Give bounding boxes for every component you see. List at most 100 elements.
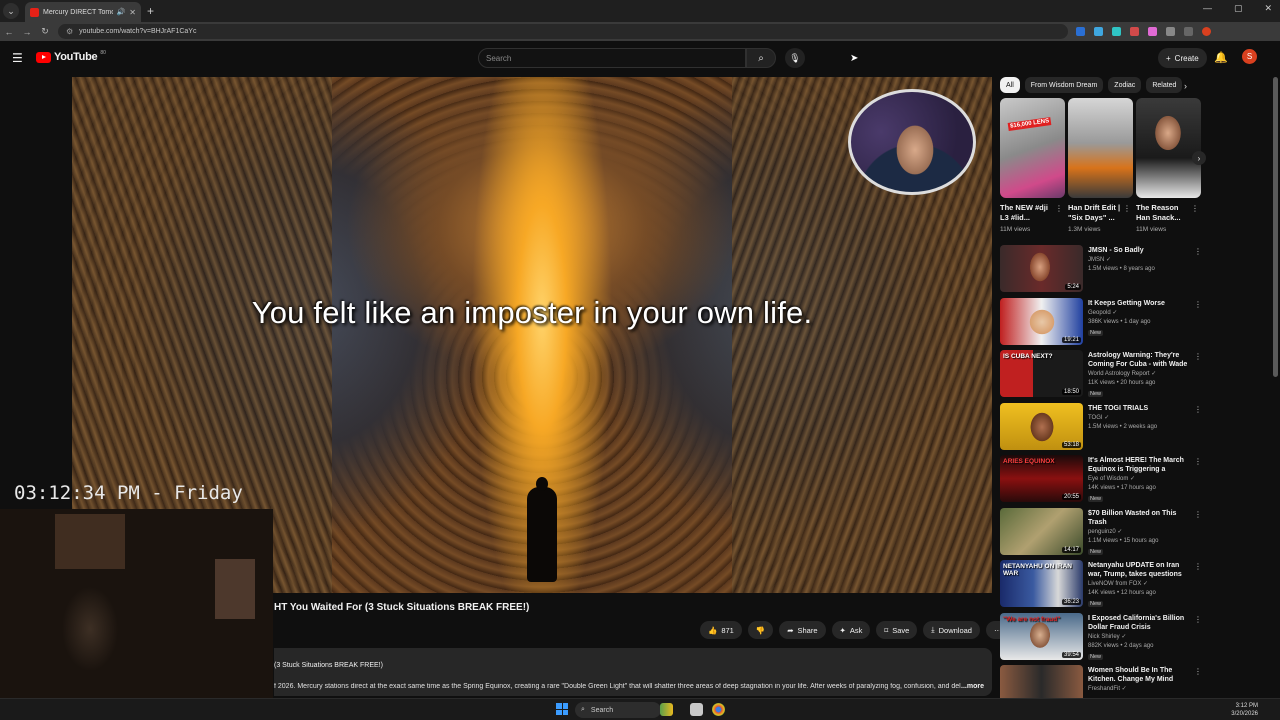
shorts-next-button[interactable]: › <box>1192 151 1206 165</box>
taskbar-search[interactable]: ⌕ Search <box>575 702 661 718</box>
recommendation-thumbnail: 14:17 <box>1000 507 1083 555</box>
more-vertical-icon[interactable]: ⋮ <box>1194 562 1202 571</box>
channel-name[interactable]: TOGI ✓ <box>1088 414 1109 421</box>
recommendation-title[interactable]: It Keeps Getting Worse <box>1088 299 1190 308</box>
minimize-icon[interactable]: — <box>1203 3 1212 14</box>
avatar[interactable]: S <box>1242 49 1257 64</box>
channel-name[interactable]: penguinz0 ✓ <box>1088 528 1122 535</box>
view-count-and-age: 1.1M views • 15 hours ago <box>1088 537 1159 544</box>
chrome-icon[interactable] <box>712 703 725 716</box>
share-button[interactable]: ➦ Share <box>779 621 826 639</box>
more-vertical-icon[interactable]: ⋮ <box>1194 667 1202 676</box>
short-item[interactable]: $16,000 LENS The NEW #dji L3 #lid... 11M… <box>1000 98 1065 233</box>
windows-start-icon[interactable] <box>556 703 568 715</box>
recommendation-item[interactable]: 14:17 $70 Billion Wasted on This Trash pen… <box>1000 507 1205 561</box>
recommendation-item[interactable]: ARIES EQUINOX 20:55 It's Almost HERE! The … <box>1000 455 1205 508</box>
extensions-toolbar <box>1076 27 1211 36</box>
more-vertical-icon[interactable]: ⋮ <box>1194 352 1202 361</box>
notifications-bell-icon[interactable]: 🔔 <box>1214 51 1228 64</box>
plus-icon: + <box>1166 53 1171 63</box>
reload-icon[interactable]: ↻ <box>36 26 54 37</box>
webcam-background-poster <box>215 559 255 619</box>
extension-icon[interactable] <box>1076 27 1085 36</box>
more-vertical-icon[interactable]: ⋮ <box>1194 457 1202 466</box>
recommendation-title[interactable]: $70 Billion Wasted on This Trash <box>1088 509 1190 527</box>
channel-name[interactable]: World Astrology Report ✓ <box>1088 370 1156 377</box>
more-vertical-icon[interactable]: ⋮ <box>1123 204 1131 213</box>
recommendation-title[interactable]: JMSN - So Badly <box>1088 246 1190 255</box>
recommendation-item[interactable]: NETANYAHU ON IRAN WAR 36:23 Netanyahu UPDA… <box>1000 560 1205 613</box>
tab-search-button[interactable]: ⌄ <box>3 3 19 19</box>
recommendation-title[interactable]: I Exposed California's Billion Dollar Fr… <box>1088 614 1190 632</box>
menu-icon[interactable]: ☰ <box>12 51 23 65</box>
channel-name[interactable]: Eye of Wisdom ✓ <box>1088 475 1135 482</box>
ask-button[interactable]: ✦ Ask <box>831 621 871 639</box>
taskbar-time: 3:12 PM <box>1235 703 1258 709</box>
microphone-icon[interactable]: 🎙 <box>785 48 805 68</box>
search-icon[interactable]: ⌕ <box>746 48 776 68</box>
more-vertical-icon[interactable]: ⋮ <box>1194 405 1202 414</box>
chip-from-wisdom-dream[interactable]: From Wisdom Dream <box>1024 77 1104 93</box>
description-more-link[interactable]: ...more <box>961 683 984 690</box>
forward-icon[interactable]: → <box>18 27 36 37</box>
extension-icon[interactable] <box>1094 27 1103 36</box>
calendar-app-icon[interactable] <box>690 703 703 716</box>
more-vertical-icon[interactable]: ⋮ <box>1194 510 1202 519</box>
site-info-icon[interactable]: ⚙ <box>66 27 73 36</box>
more-vertical-icon[interactable]: ⋮ <box>1194 247 1202 256</box>
scrollbar[interactable] <box>1273 77 1278 377</box>
description-box[interactable]: (3 Stuck Situations BREAK FREE!) f 2026.… <box>274 648 992 696</box>
chip-related[interactable]: Related <box>1146 77 1183 93</box>
short-item[interactable]: Han Drift Edit | "Six Days" ... 1.3M vie… <box>1068 98 1133 233</box>
channel-name[interactable]: Nick Shirley ✓ <box>1088 633 1126 640</box>
taskbar-clock[interactable]: 3:12 PM 3/20/2026 <box>1231 702 1258 718</box>
channel-name[interactable]: Geopold ✓ <box>1088 309 1117 316</box>
chip-zodiac[interactable]: Zodiac <box>1108 77 1142 93</box>
close-window-icon[interactable]: ✕ <box>1264 3 1272 14</box>
chevron-right-icon[interactable]: › <box>1184 81 1187 91</box>
channel-name[interactable]: FreshandFit ✓ <box>1088 685 1127 692</box>
short-title: Han Drift Edit | "Six Days" ... <box>1068 203 1121 222</box>
more-vertical-icon[interactable]: ⋮ <box>1194 300 1202 309</box>
recommendation-title[interactable]: It's Almost HERE! The March Equinox is T… <box>1088 456 1190 474</box>
thumbnail-caption: IS CUBA NEXT? <box>1003 353 1053 360</box>
back-icon[interactable]: ← <box>0 27 18 37</box>
new-tab-button[interactable]: + <box>147 4 154 18</box>
tab-close-icon[interactable]: ✕ <box>129 8 136 17</box>
save-button[interactable]: ⌑ Save <box>876 621 918 639</box>
recommendation-item[interactable]: IS CUBA NEXT? 18:50 Astrology Warning: The… <box>1000 350 1205 403</box>
more-vertical-icon[interactable]: ⋮ <box>1191 204 1199 213</box>
extension-icon[interactable] <box>1112 27 1121 36</box>
more-vertical-icon[interactable]: ⋮ <box>1194 615 1202 624</box>
recommendation-title[interactable]: Women Should Be In The Kitchen. Change M… <box>1088 666 1190 684</box>
like-button[interactable]: 👍 871 <box>700 621 742 639</box>
extension-icon[interactable] <box>1166 27 1175 36</box>
channel-name[interactable]: LiveNOW from FOX ✓ <box>1088 580 1148 587</box>
maximize-icon[interactable]: ▢ <box>1234 3 1243 14</box>
recommendation-item[interactable]: 5:24 JMSN - So Badly JMSN ✓ 1.5M views • 8 … <box>1000 245 1205 298</box>
recommendation-item[interactable]: 19:21 It Keeps Getting Worse Geopold ✓ 386K… <box>1000 297 1205 351</box>
extension-icon[interactable] <box>1130 27 1139 36</box>
recommendation-item[interactable]: 53:18 THE TOGI TRIALS TOGI ✓ 1.5M views • 2… <box>1000 402 1205 456</box>
puzzle-icon[interactable] <box>1184 27 1193 36</box>
create-button[interactable]: + Create <box>1158 48 1207 68</box>
short-item[interactable]: The Reason Han Snack... 11M views ⋮ <box>1136 98 1201 233</box>
recommendation-item[interactable]: "We are not fraud" 39:54 I Exposed Califor… <box>1000 612 1205 666</box>
recommendation-title[interactable]: THE TOGI TRIALS <box>1088 404 1190 413</box>
chip-all[interactable]: All <box>1000 77 1020 93</box>
address-bar-row: ← → ↻ ⚙ youtube.com/watch?v=BHJrAF1CaYc <box>0 22 1280 41</box>
search-input[interactable]: Search <box>478 48 746 68</box>
widget-icon[interactable] <box>660 703 673 716</box>
recommendation-title[interactable]: Netanyahu UPDATE on Iran war, Trump, tak… <box>1088 561 1190 579</box>
address-bar[interactable]: ⚙ youtube.com/watch?v=BHJrAF1CaYc <box>58 24 1068 39</box>
recommendation-title[interactable]: Astrology Warning: They're Coming For Cu… <box>1088 351 1190 369</box>
download-button[interactable]: ⤓ Download <box>923 621 980 639</box>
youtube-logo[interactable]: YouTube 80 <box>36 50 106 63</box>
more-vertical-icon[interactable]: ⋮ <box>1055 204 1063 213</box>
profile-icon[interactable] <box>1202 27 1211 36</box>
channel-name[interactable]: JMSN ✓ <box>1088 256 1111 263</box>
speaker-icon[interactable]: 🔊 <box>117 8 126 16</box>
extension-icon[interactable] <box>1148 27 1157 36</box>
browser-tab-active[interactable]: Mercury DIRECT Tomorrow 🔊 ✕ <box>25 2 141 22</box>
dislike-button[interactable]: 👎 <box>747 621 774 639</box>
